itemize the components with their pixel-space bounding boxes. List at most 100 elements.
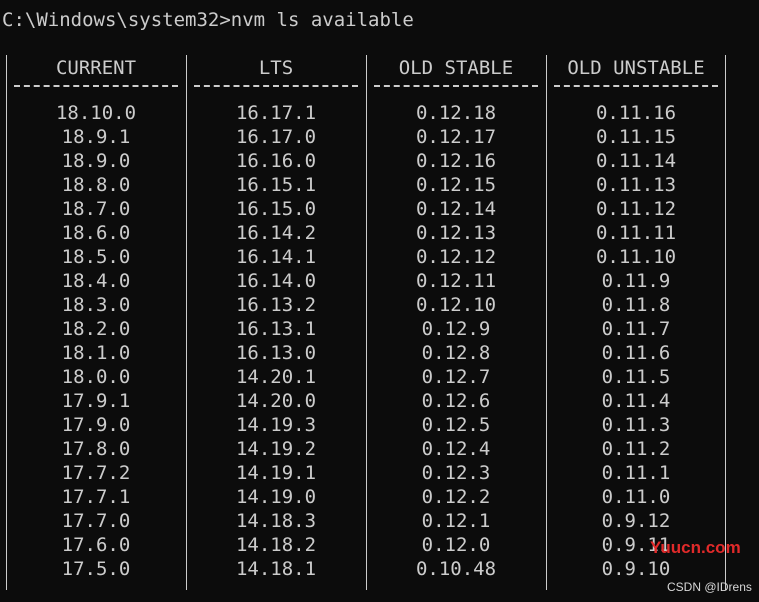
version-cell: 17.7.0 <box>61 510 131 532</box>
version-cell: 18.4.0 <box>61 270 131 292</box>
version-cell: 0.12.17 <box>415 126 497 148</box>
version-cell: 14.18.2 <box>235 534 317 556</box>
version-cell: 17.7.2 <box>61 462 131 484</box>
version-cell: 0.12.1 <box>421 510 491 532</box>
version-cell: 0.11.6 <box>601 342 671 364</box>
version-cell: 0.12.0 <box>421 534 491 556</box>
table-border-right <box>725 55 726 590</box>
column-separator <box>554 85 718 89</box>
version-cell: 0.12.6 <box>421 390 491 412</box>
column-cells: 16.17.1 16.17.0 16.16.0 16.15.1 16.15.0 16.14… <box>190 101 362 581</box>
version-cell: 0.11.1 <box>601 462 671 484</box>
version-cell: 0.12.5 <box>421 414 491 436</box>
version-cell: 14.18.3 <box>235 510 317 532</box>
table-divider-1 <box>186 55 187 590</box>
version-cell: 18.2.0 <box>61 318 131 340</box>
version-cell: 18.8.0 <box>61 174 131 196</box>
column-header-current: CURRENT <box>55 57 137 79</box>
version-cell: 0.12.7 <box>421 366 491 388</box>
version-cell: 18.0.0 <box>61 366 131 388</box>
column-lts: LTS 16.17.1 16.17.0 16.16.0 16.15.1 16.15.0 1… <box>190 55 362 581</box>
version-cell: 0.11.2 <box>601 438 671 460</box>
column-header-old-stable: OLD STABLE <box>398 57 514 79</box>
table-divider-3 <box>546 55 547 590</box>
version-cell: 16.14.2 <box>235 222 317 244</box>
version-cell: 17.7.1 <box>61 486 131 508</box>
column-cells: 18.10.0 18.9.1 18.9.0 18.8.0 18.7.0 18.6.0 18.… <box>10 101 182 581</box>
version-cell: 16.13.2 <box>235 294 317 316</box>
column-old-unstable: OLD UNSTABLE 0.11.16 0.11.15 0.11.14 0.11.1… <box>550 55 722 581</box>
version-cell: 18.6.0 <box>61 222 131 244</box>
version-cell: 16.17.0 <box>235 126 317 148</box>
version-cell: 16.14.0 <box>235 270 317 292</box>
version-cell: 18.1.0 <box>61 342 131 364</box>
version-cell: 17.5.0 <box>61 558 131 580</box>
version-cell: 0.11.14 <box>595 150 677 172</box>
version-cell: 16.16.0 <box>235 150 317 172</box>
table-divider-2 <box>366 55 367 590</box>
version-cell: 17.6.0 <box>61 534 131 556</box>
version-cell: 14.20.1 <box>235 366 317 388</box>
table-border-left <box>6 55 7 590</box>
version-cell: 0.11.3 <box>601 414 671 436</box>
version-cell: 0.9.10 <box>601 558 671 580</box>
version-cell: 0.11.15 <box>595 126 677 148</box>
version-cell: 16.14.1 <box>235 246 317 268</box>
version-cell: 18.3.0 <box>61 294 131 316</box>
version-cell: 0.11.16 <box>595 102 677 124</box>
version-cell: 0.12.18 <box>415 102 497 124</box>
version-cell: 14.19.2 <box>235 438 317 460</box>
version-cell: 0.11.4 <box>601 390 671 412</box>
version-cell: 16.17.1 <box>235 102 317 124</box>
version-cell: 0.11.5 <box>601 366 671 388</box>
version-cell: 0.12.15 <box>415 174 497 196</box>
version-cell: 0.12.14 <box>415 198 497 220</box>
version-cell: 14.20.0 <box>235 390 317 412</box>
version-cell: 17.8.0 <box>61 438 131 460</box>
version-cell: 16.15.0 <box>235 198 317 220</box>
version-cell: 0.12.10 <box>415 294 497 316</box>
version-cell: 16.15.1 <box>235 174 317 196</box>
version-cell: 0.9.12 <box>601 510 671 532</box>
version-cell: 17.9.0 <box>61 414 131 436</box>
version-cell: 0.11.8 <box>601 294 671 316</box>
version-cell: 14.19.1 <box>235 462 317 484</box>
column-cells: 0.11.16 0.11.15 0.11.14 0.11.13 0.11.12 0.11.… <box>550 101 722 581</box>
version-cell: 0.12.13 <box>415 222 497 244</box>
version-cell: 18.9.1 <box>61 126 131 148</box>
version-cell: 0.12.8 <box>421 342 491 364</box>
version-cell: 14.18.1 <box>235 558 317 580</box>
version-cell: 0.11.0 <box>601 486 671 508</box>
site-watermark: Yuucn.com <box>650 538 741 557</box>
version-cell: 18.5.0 <box>61 246 131 268</box>
column-cells: 0.12.18 0.12.17 0.12.16 0.12.15 0.12.14 0.12.… <box>370 101 542 581</box>
version-cell: 0.12.12 <box>415 246 497 268</box>
version-cell: 0.12.4 <box>421 438 491 460</box>
version-cell: 16.13.0 <box>235 342 317 364</box>
version-cell: 18.7.0 <box>61 198 131 220</box>
column-current: CURRENT 18.10.0 18.9.1 18.9.0 18.8.0 18.7.0 1… <box>10 55 182 581</box>
version-cell: 0.12.16 <box>415 150 497 172</box>
version-cell: 18.10.0 <box>55 102 137 124</box>
versions-table: CURRENT 18.10.0 18.9.1 18.9.0 18.8.0 18.7.0 1… <box>6 55 726 595</box>
column-old-stable: OLD STABLE 0.12.18 0.12.17 0.12.16 0.12.15 0… <box>370 55 542 581</box>
version-cell: 0.11.10 <box>595 246 677 268</box>
column-separator <box>194 85 358 89</box>
version-cell: 0.11.11 <box>595 222 677 244</box>
version-cell: 14.19.3 <box>235 414 317 436</box>
command-prompt-line: C:\Windows\system32>nvm ls available <box>2 9 414 31</box>
version-cell: 0.12.11 <box>415 270 497 292</box>
version-cell: 0.11.13 <box>595 174 677 196</box>
version-cell: 0.11.7 <box>601 318 671 340</box>
version-cell: 18.9.0 <box>61 150 131 172</box>
version-cell: 17.9.1 <box>61 390 131 412</box>
version-cell: 14.19.0 <box>235 486 317 508</box>
version-cell: 0.11.9 <box>601 270 671 292</box>
column-separator <box>374 85 538 89</box>
csdn-watermark: CSDN @IDrens <box>667 580 752 594</box>
version-cell: 0.11.12 <box>595 198 677 220</box>
version-cell: 0.10.48 <box>415 558 497 580</box>
column-header-lts: LTS <box>258 57 294 79</box>
version-cell: 0.12.9 <box>421 318 491 340</box>
version-cell: 0.12.2 <box>421 486 491 508</box>
